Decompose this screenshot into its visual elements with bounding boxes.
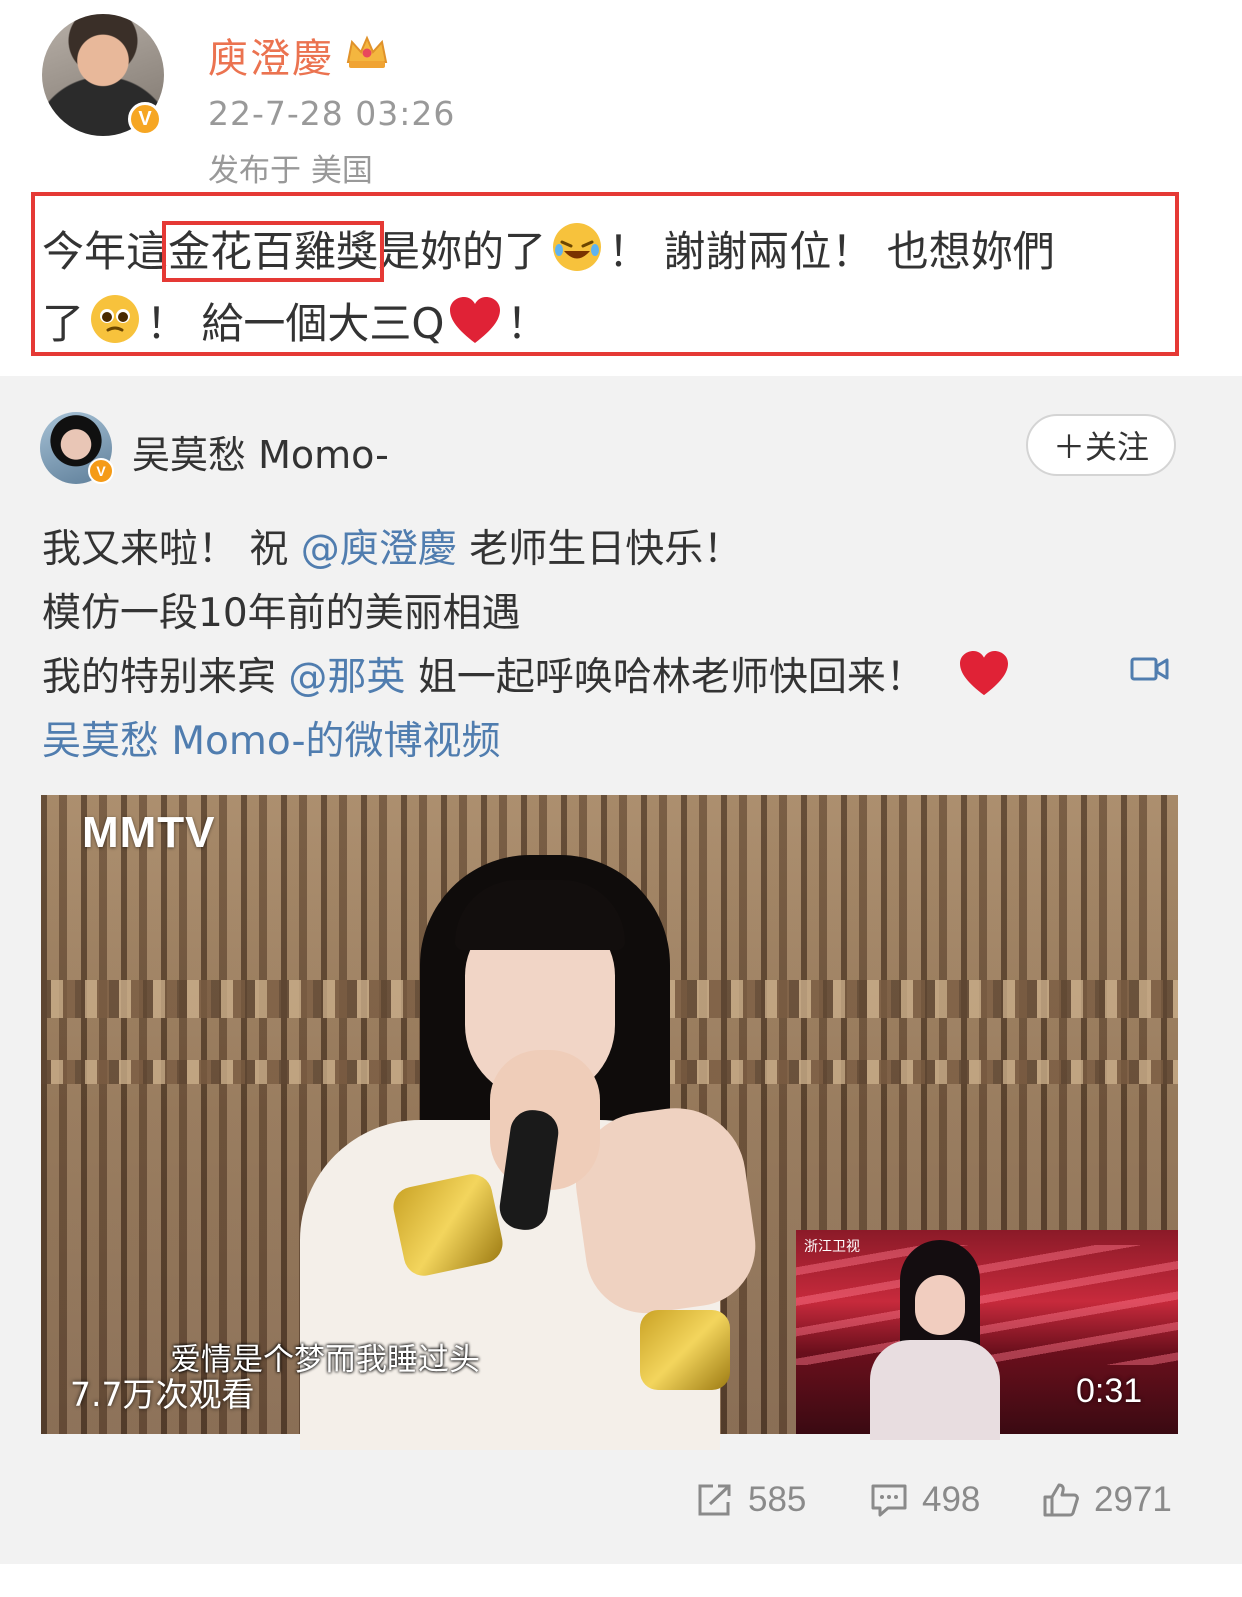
post-text-line-1: 今年這金花百雞獎是妳的了！ 謝謝兩位！ 也想妳們: [42, 220, 1055, 282]
video-link[interactable]: 吴莫愁 Momo-的微博视频: [42, 710, 501, 766]
video-figure: [640, 1310, 730, 1390]
post-timestamp: 22-7-28 03:26: [208, 94, 456, 133]
video-link-icon[interactable]: [1130, 654, 1170, 684]
heart-icon: [450, 297, 501, 343]
bottom-spacer: [0, 1564, 1242, 1597]
verified-icon: V: [88, 458, 114, 484]
mention-link[interactable]: @那英: [288, 655, 405, 700]
video-duration: 0:31: [1076, 1372, 1143, 1410]
comment-icon: [871, 1484, 907, 1517]
laughing-emoji-icon: [553, 223, 602, 271]
like-icon: [1043, 1483, 1079, 1517]
comment-count: 498: [922, 1480, 981, 1519]
crown-icon: [346, 35, 388, 68]
mention-link[interactable]: @庾澄慶: [301, 527, 457, 572]
like-count: 2971: [1094, 1480, 1172, 1519]
video-inset: [870, 1340, 1000, 1440]
video-inset: [796, 1245, 1178, 1365]
repost-text-line-1: 我又来啦！ 祝 @庾澄慶 老师生日快乐！: [42, 527, 743, 572]
share-count: 585: [748, 1480, 807, 1519]
comment-button[interactable]: 498: [870, 1480, 980, 1520]
post-text-line-2: 了！ 給一個大三Q！: [42, 292, 548, 350]
highlighted-phrase: 金花百雞獎: [162, 221, 385, 282]
verified-icon: V: [128, 102, 162, 136]
share-button[interactable]: 585: [696, 1480, 806, 1520]
pleading-emoji-icon: [91, 295, 140, 343]
follow-button[interactable]: ＋关注: [1026, 414, 1176, 476]
like-button[interactable]: 2971: [1042, 1480, 1172, 1520]
tv-channel-logo: 浙江卫视: [804, 1239, 860, 1255]
video-inset: [915, 1275, 965, 1335]
repost-author-name[interactable]: 吴莫愁 Momo-: [132, 424, 389, 479]
repost-text-line-3: 我的特别来宾 @那英 姐一起呼唤哈林老师快回来！: [42, 646, 1011, 702]
heart-icon: [960, 650, 1009, 696]
share-icon: [698, 1484, 731, 1516]
video-view-count: 7.7万次观看: [70, 1375, 255, 1414]
post-location: 发布于 美国: [208, 153, 373, 189]
video-watermark: MMTV: [82, 808, 216, 857]
author-name[interactable]: 庾澄慶: [208, 26, 334, 84]
repost-text-line-2: 模仿一段10年前的美丽相遇: [42, 591, 521, 636]
